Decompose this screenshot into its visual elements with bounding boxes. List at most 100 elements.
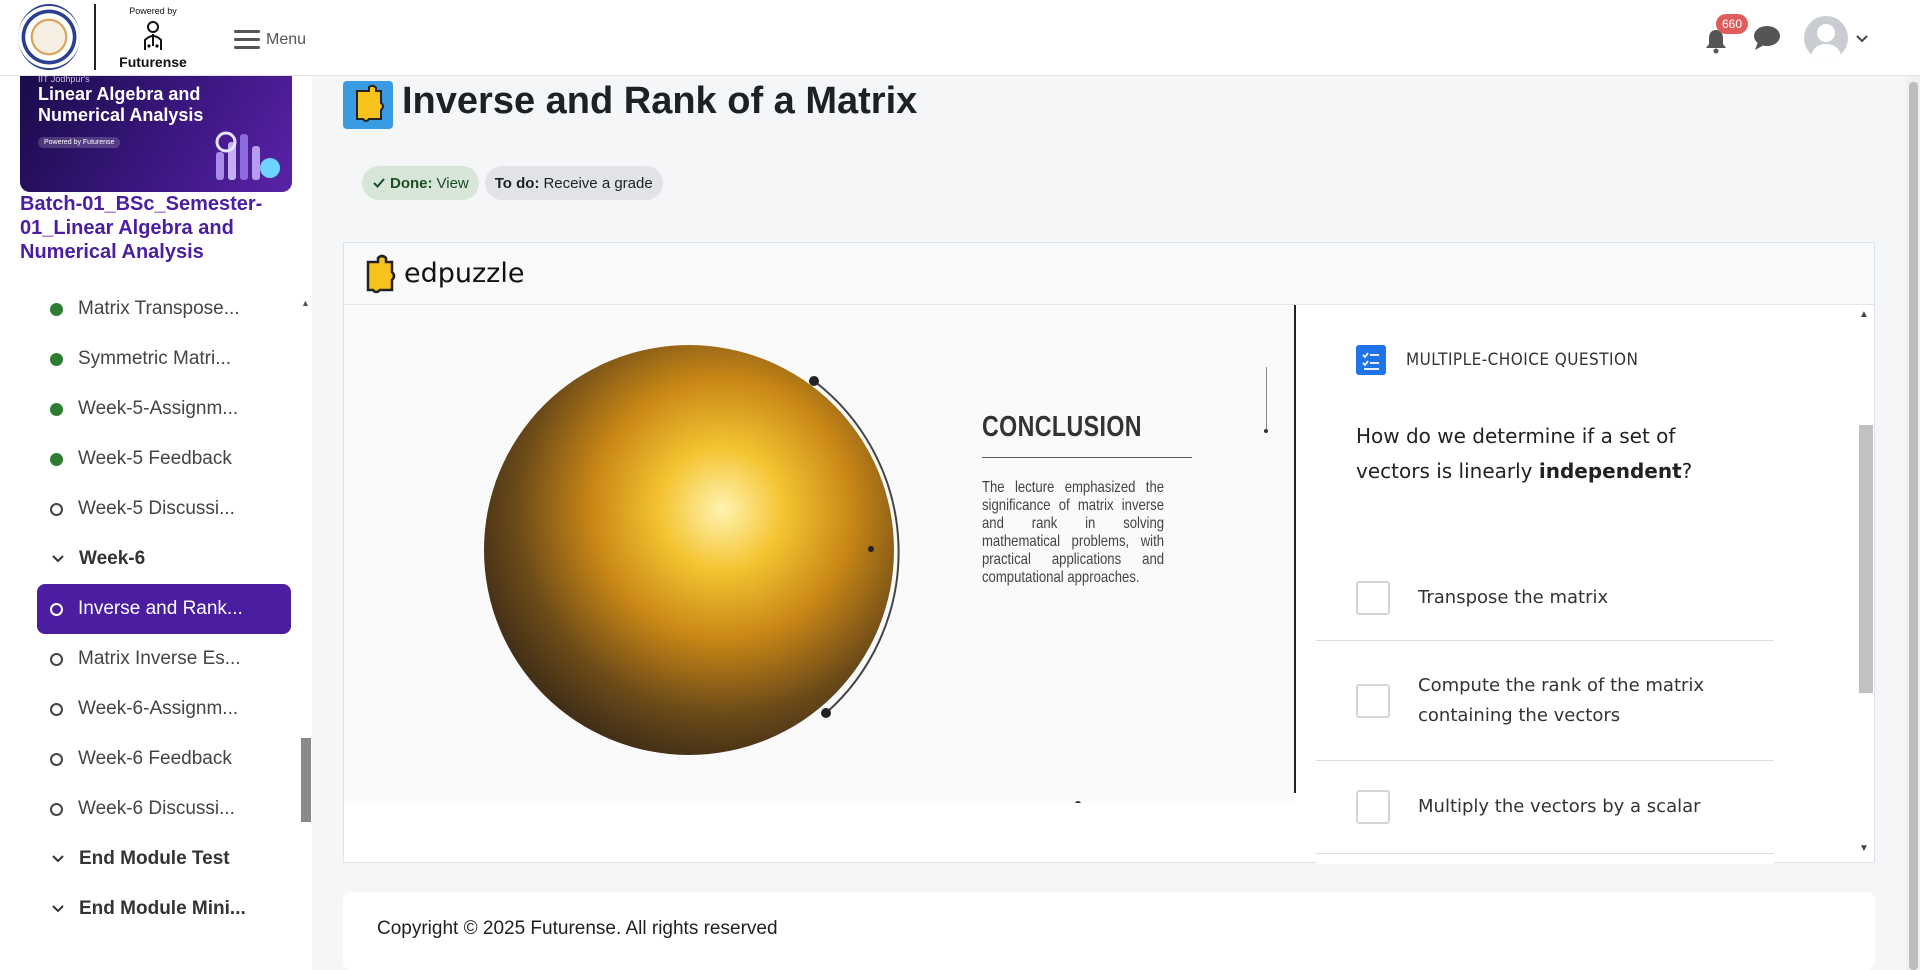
- sidebar-item-label: Week-6 Discussi...: [78, 798, 235, 819]
- incomplete-circle-icon: [50, 802, 63, 816]
- logo-divider: [94, 4, 96, 70]
- completion-todo-badge: To do: Receive a grade: [484, 166, 663, 200]
- top-navbar: Powered by Futurense Menu 660: [0, 0, 1920, 76]
- sidebar-section-end-module-mini[interactable]: End Module Mini...: [0, 884, 300, 934]
- incomplete-circle-icon: [50, 602, 63, 616]
- sidebar-item-symmetric-matrices[interactable]: Symmetric Matri...: [0, 334, 300, 384]
- sidebar-item-label: Matrix Inverse Es...: [78, 648, 241, 669]
- page-title: Inverse and Rank of a Matrix: [402, 80, 918, 122]
- sidebar-item-label: Week-5 Discussi...: [78, 498, 235, 519]
- edpuzzle-embed-card: edpuzzle CONCLUSION The lecture emphasiz…: [343, 242, 1875, 864]
- edpuzzle-brand: edpuzzle: [404, 258, 525, 289]
- institute-seal-logo: [18, 4, 80, 70]
- course-title-link[interactable]: Batch-01_BSc_Semester-01_Linear Algebra …: [20, 192, 292, 264]
- incomplete-circle-icon: [50, 752, 63, 766]
- page-scrollbar-thumb[interactable]: [1909, 82, 1918, 970]
- answer-option-label: Transpose the matrix: [1418, 586, 1609, 608]
- scroll-up-arrow-icon[interactable]: ▲: [1859, 309, 1869, 320]
- edpuzzle-activity-icon: [343, 81, 393, 129]
- page-footer: Copyright © 2025 Futurense. All rights r…: [343, 892, 1875, 970]
- chevron-down-icon: [52, 855, 64, 863]
- notification-count-badge: 660: [1716, 14, 1749, 34]
- banner-title: Linear Algebra and Numerical Analysis: [38, 84, 204, 125]
- menu-button[interactable]: Menu: [234, 25, 306, 54]
- answer-checkbox[interactable]: [1356, 790, 1390, 824]
- course-index: Matrix Transpose... Symmetric Matri... W…: [0, 284, 300, 934]
- course-sidebar: IIT Jodhpur's Linear Algebra and Numeric…: [0, 76, 312, 970]
- futurense-logo: Powered by Futurense: [108, 4, 198, 70]
- answer-option[interactable]: Compute the rank of the matrix containin…: [1316, 641, 1774, 761]
- completed-dot-icon: [50, 302, 63, 316]
- course-banner-image: IIT Jodhpur's Linear Algebra and Numeric…: [20, 76, 292, 192]
- question-text: How do we determine if a set of vectors …: [1356, 419, 1716, 489]
- question-header: MULTIPLE-CHOICE QUESTION: [1356, 345, 1664, 375]
- answer-option-label: Compute the rank of the matrix containin…: [1418, 674, 1705, 726]
- sidebar-item-label: Week-5-Assignm...: [78, 398, 239, 419]
- completed-dot-icon: [50, 352, 63, 366]
- sidebar-section-label: End Module Mini...: [79, 898, 246, 919]
- user-icon: [1810, 24, 1842, 60]
- sidebar-item-week5-discussion[interactable]: Week-5 Discussi...: [0, 484, 300, 534]
- answer-option[interactable]: Transpose the matrix: [1316, 555, 1774, 641]
- completed-dot-icon: [50, 402, 63, 416]
- activity-completion: Done: View To do: Receive a grade: [362, 166, 663, 200]
- incomplete-circle-icon: [50, 502, 63, 516]
- incomplete-circle-icon: [50, 702, 63, 716]
- sidebar-item-week6-feedback[interactable]: Week-6 Feedback: [0, 734, 300, 784]
- slide-body: The lecture emphasized the significance …: [982, 479, 1165, 586]
- copyright-text: Copyright © 2025 Futurense. All rights r…: [377, 918, 778, 939]
- decorative-dot: [1264, 429, 1268, 433]
- todo-value: Receive a grade: [543, 174, 653, 192]
- chevron-down-icon[interactable]: [1854, 30, 1870, 46]
- sidebar-scrollbar-thumb[interactable]: [301, 738, 311, 822]
- user-controls: 660: [1704, 14, 1870, 60]
- scroll-up-arrow-icon[interactable]: ▲: [301, 298, 310, 308]
- checklist-icon: [1356, 345, 1386, 375]
- sidebar-item-label: Week-6-Assignm...: [78, 698, 239, 719]
- decorative-dot: [1075, 801, 1081, 803]
- banner-pill: Powered by Futurense: [38, 137, 121, 148]
- menu-label: Menu: [266, 30, 307, 48]
- incomplete-circle-icon: [50, 652, 63, 666]
- completed-dot-icon: [50, 452, 63, 466]
- answer-option-label: Multiply the vectors by a scalar: [1418, 796, 1701, 817]
- chat-icon[interactable]: [1752, 23, 1782, 53]
- answer-option[interactable]: Multiply the vectors by a scalar: [1316, 761, 1774, 854]
- sidebar-item-label: Symmetric Matri...: [78, 348, 232, 369]
- completion-done-badge: Done: View: [362, 166, 479, 200]
- sidebar-item-week5-assignment[interactable]: Week-5-Assignm...: [0, 384, 300, 434]
- puzzle-icon: [356, 84, 384, 122]
- todo-label: To do:: [494, 174, 540, 192]
- chart-illustration-icon: [215, 131, 280, 180]
- sidebar-section-end-module-test[interactable]: End Module Test: [0, 834, 300, 884]
- video-divider: [1294, 305, 1296, 793]
- futurense-icon: [144, 21, 162, 50]
- notifications-button[interactable]: 660: [1704, 14, 1749, 58]
- sidebar-item-week6-assignment[interactable]: Week-6-Assignm...: [0, 684, 300, 734]
- done-label: Done:: [390, 174, 433, 192]
- edpuzzle-header: edpuzzle: [344, 243, 1874, 305]
- sidebar-item-label: Week-5 Feedback: [78, 448, 232, 469]
- question-panel: MULTIPLE-CHOICE QUESTION How do we deter…: [1316, 305, 1774, 864]
- chevron-down-icon: [52, 555, 64, 563]
- sidebar-item-week5-feedback[interactable]: Week-5 Feedback: [0, 434, 300, 484]
- slide-rule: [982, 457, 1192, 458]
- sidebar-item-label: Inverse and Rank...: [78, 598, 243, 619]
- scroll-down-arrow-icon[interactable]: ▼: [1859, 843, 1869, 854]
- brand-name: Futurense: [119, 54, 187, 70]
- slide-heading: CONCLUSION: [982, 411, 1142, 443]
- question-scrollbar-thumb[interactable]: [1859, 425, 1873, 693]
- sidebar-item-label: Matrix Transpose...: [78, 298, 240, 319]
- sidebar-section-week6[interactable]: Week-6: [0, 534, 300, 584]
- site-logo[interactable]: Powered by Futurense: [18, 4, 198, 70]
- sidebar-item-inverse-and-rank[interactable]: Inverse and Rank...: [37, 584, 291, 634]
- answer-checkbox[interactable]: [1356, 683, 1390, 718]
- user-avatar[interactable]: [1804, 16, 1848, 60]
- answer-checkbox[interactable]: [1356, 580, 1390, 615]
- video-player[interactable]: CONCLUSION The lecture emphasized the si…: [344, 305, 1294, 803]
- sidebar-item-week6-discussion[interactable]: Week-6 Discussi...: [0, 784, 300, 834]
- sidebar-section-label: End Module Test: [79, 848, 230, 869]
- sidebar-item-matrix-inverse-essay[interactable]: Matrix Inverse Es...: [0, 634, 300, 684]
- sidebar-item-matrix-transpose[interactable]: Matrix Transpose...: [0, 284, 300, 334]
- sidebar-item-label: Week-6 Feedback: [78, 748, 232, 769]
